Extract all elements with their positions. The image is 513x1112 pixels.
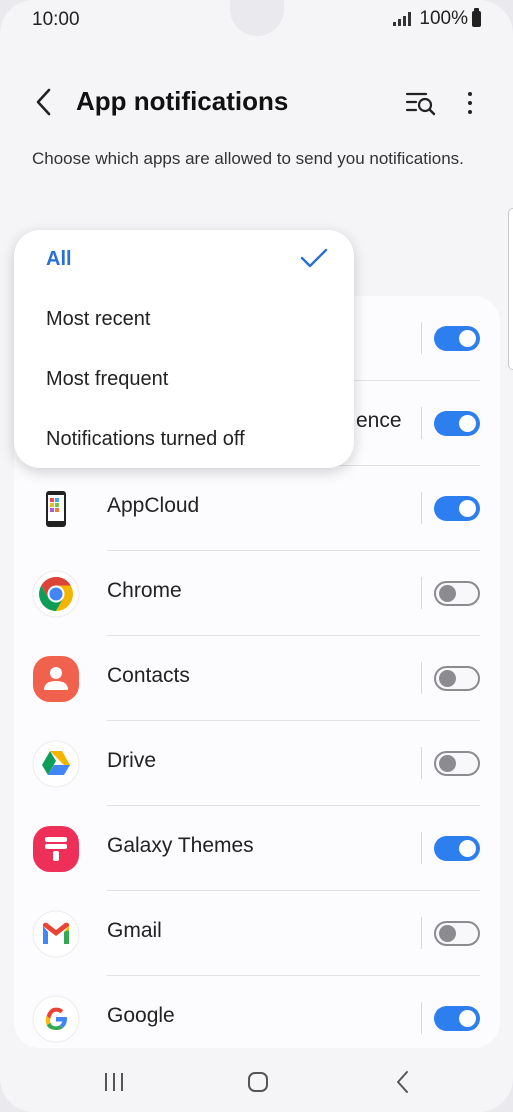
divider: [421, 1002, 422, 1034]
status-time: 10:00: [32, 9, 80, 30]
divider: [421, 322, 422, 354]
dropdown-option-most-frequent[interactable]: Most frequent: [46, 359, 336, 399]
notification-toggle[interactable]: [434, 496, 480, 521]
more-options-button[interactable]: [458, 86, 482, 120]
app-name: Contacts: [107, 664, 190, 687]
app-row[interactable]: Google: [14, 976, 500, 1048]
filter-dropdown-menu: All Most recent Most frequent Notificati…: [14, 230, 354, 468]
more-dot-icon: [468, 110, 472, 114]
app-name: Drive: [107, 749, 157, 772]
notification-toggle[interactable]: [434, 666, 480, 691]
camera-notch: [230, 0, 284, 36]
chevron-left-icon: [36, 88, 51, 116]
app-name: Google: [107, 1004, 175, 1027]
notification-toggle[interactable]: [434, 411, 480, 436]
app-name: Gmail: [107, 919, 162, 942]
system-back-button[interactable]: [383, 1062, 423, 1102]
divider: [421, 747, 422, 779]
app-name: ence: [356, 409, 402, 432]
more-dot-icon: [468, 101, 472, 105]
divider: [421, 492, 422, 524]
signal-icon: [393, 12, 412, 26]
app-row[interactable]: AppCloud: [14, 466, 500, 551]
recents-icon: [105, 1073, 123, 1091]
chrome-icon: [32, 570, 80, 618]
gmail-icon: [32, 910, 80, 958]
contacts-icon: [32, 655, 80, 703]
app-name: AppCloud: [107, 494, 200, 517]
notification-toggle[interactable]: [434, 921, 480, 946]
appcloud-icon: [32, 485, 80, 533]
divider: [421, 407, 422, 439]
app-row[interactable]: Chrome: [14, 551, 500, 636]
drive-icon: [32, 740, 80, 788]
google-icon: [32, 995, 80, 1043]
app-bar: App notifications: [0, 82, 513, 122]
home-icon: [248, 1072, 268, 1092]
list-search-icon: [405, 92, 436, 116]
page-title: App notifications: [76, 86, 289, 116]
checkmark-icon: [300, 248, 328, 268]
galaxy-themes-icon: [32, 825, 80, 873]
system-nav-bar: [0, 1048, 513, 1112]
app-row[interactable]: Gmail: [14, 891, 500, 976]
dropdown-option-all[interactable]: All: [46, 239, 336, 279]
app-row[interactable]: Galaxy Themes: [14, 806, 500, 891]
divider: [421, 832, 422, 864]
chevron-left-icon: [397, 1071, 408, 1093]
notification-toggle[interactable]: [434, 326, 480, 351]
scroll-indicator[interactable]: [508, 208, 513, 370]
home-button[interactable]: [238, 1062, 278, 1102]
app-row[interactable]: Drive: [14, 721, 500, 806]
divider: [421, 577, 422, 609]
app-name: Galaxy Themes: [107, 834, 254, 857]
page-description: Choose which apps are allowed to send yo…: [32, 149, 464, 168]
phone-screen: 10:00 100% App notifications Choose whic…: [0, 0, 513, 1112]
notification-toggle[interactable]: [434, 751, 480, 776]
notification-toggle[interactable]: [434, 581, 480, 606]
back-button[interactable]: [28, 82, 58, 122]
battery-percent: 100%: [419, 8, 468, 29]
divider: [421, 662, 422, 694]
notification-toggle[interactable]: [434, 1006, 480, 1031]
app-name: Chrome: [107, 579, 182, 602]
dropdown-option-most-recent[interactable]: Most recent: [46, 299, 336, 339]
app-row[interactable]: Contacts: [14, 636, 500, 721]
dropdown-option-notifications-off[interactable]: Notifications turned off: [46, 419, 336, 459]
battery-icon: [472, 8, 481, 27]
recents-button[interactable]: [94, 1062, 134, 1102]
status-bar-right: 100%: [393, 8, 481, 30]
filter-search-button[interactable]: [404, 86, 438, 120]
more-dot-icon: [468, 92, 472, 96]
notification-toggle[interactable]: [434, 836, 480, 861]
divider: [421, 917, 422, 949]
